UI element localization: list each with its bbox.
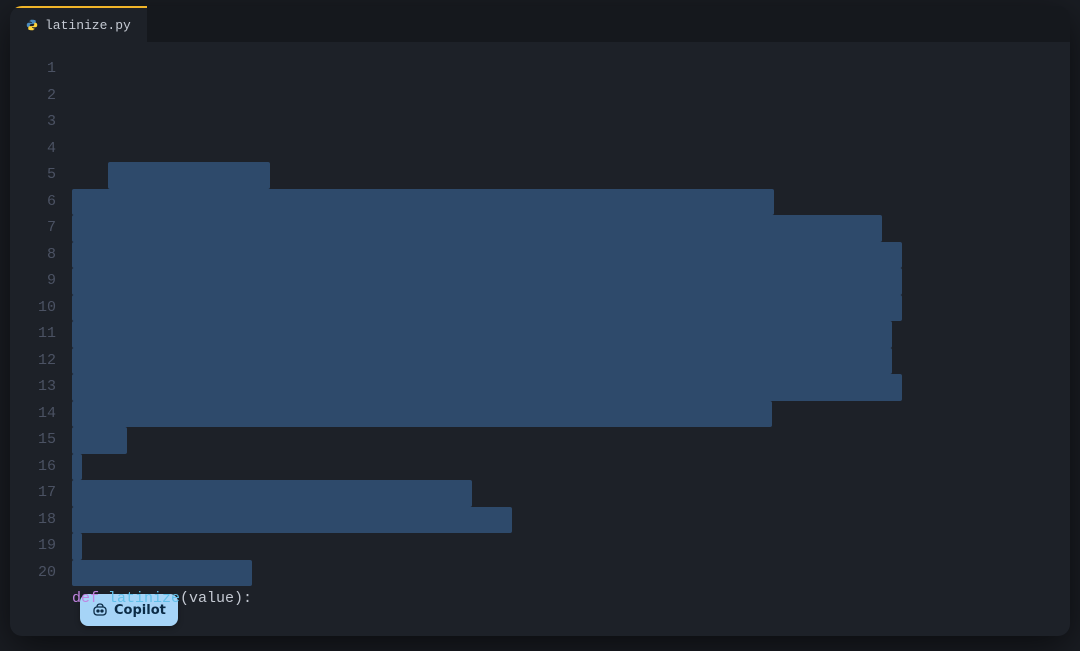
editor-area[interactable]: 1 2 3 4 5 6 7 8 9 10 11 12 13 14 15 16 1… xyxy=(10,42,1070,636)
selection xyxy=(108,162,270,189)
line-number: 8 xyxy=(10,242,56,269)
selection xyxy=(72,374,902,401)
line-number: 15 xyxy=(10,427,56,454)
selection xyxy=(72,427,127,454)
line-number: 2 xyxy=(10,83,56,110)
selection xyxy=(72,401,772,428)
line-number: 11 xyxy=(10,321,56,348)
line-number: 1 xyxy=(10,56,56,83)
line-number: 9 xyxy=(10,268,56,295)
line-number: 18 xyxy=(10,507,56,534)
line-number: 7 xyxy=(10,215,56,242)
line-number: 19 xyxy=(10,533,56,560)
selection xyxy=(72,348,892,375)
line-number: 4 xyxy=(10,136,56,163)
tab-filename: latinize.py xyxy=(45,18,131,33)
line-number: 3 xyxy=(10,109,56,136)
line-number: 16 xyxy=(10,454,56,481)
line-number: 6 xyxy=(10,189,56,216)
line-number: 20 xyxy=(10,560,56,587)
selection xyxy=(72,321,892,348)
line-number-gutter: 1 2 3 4 5 6 7 8 9 10 11 12 13 14 15 16 1… xyxy=(10,56,72,636)
selection xyxy=(72,507,512,534)
code-line: def latinize(value): xyxy=(72,586,783,613)
line-number: 17 xyxy=(10,480,56,507)
selection xyxy=(72,480,472,507)
line-number: 5 xyxy=(10,162,56,189)
selection xyxy=(72,560,252,587)
code-content[interactable]: def latinize(value): """ Converts (trans… xyxy=(72,56,783,636)
selection xyxy=(72,268,902,295)
tab-latinize[interactable]: latinize.py xyxy=(10,6,147,42)
selection xyxy=(72,295,902,322)
editor-window: latinize.py 1 2 3 4 5 6 7 8 9 10 11 12 1… xyxy=(10,6,1070,636)
selection xyxy=(72,533,82,560)
line-number: 13 xyxy=(10,374,56,401)
selection xyxy=(72,242,902,269)
selection xyxy=(72,189,774,216)
selection xyxy=(72,215,882,242)
tab-bar: latinize.py xyxy=(10,6,1070,42)
line-number: 12 xyxy=(10,348,56,375)
python-icon xyxy=(26,19,38,31)
line-number: 14 xyxy=(10,401,56,428)
line-number: 10 xyxy=(10,295,56,322)
selection xyxy=(72,454,82,481)
